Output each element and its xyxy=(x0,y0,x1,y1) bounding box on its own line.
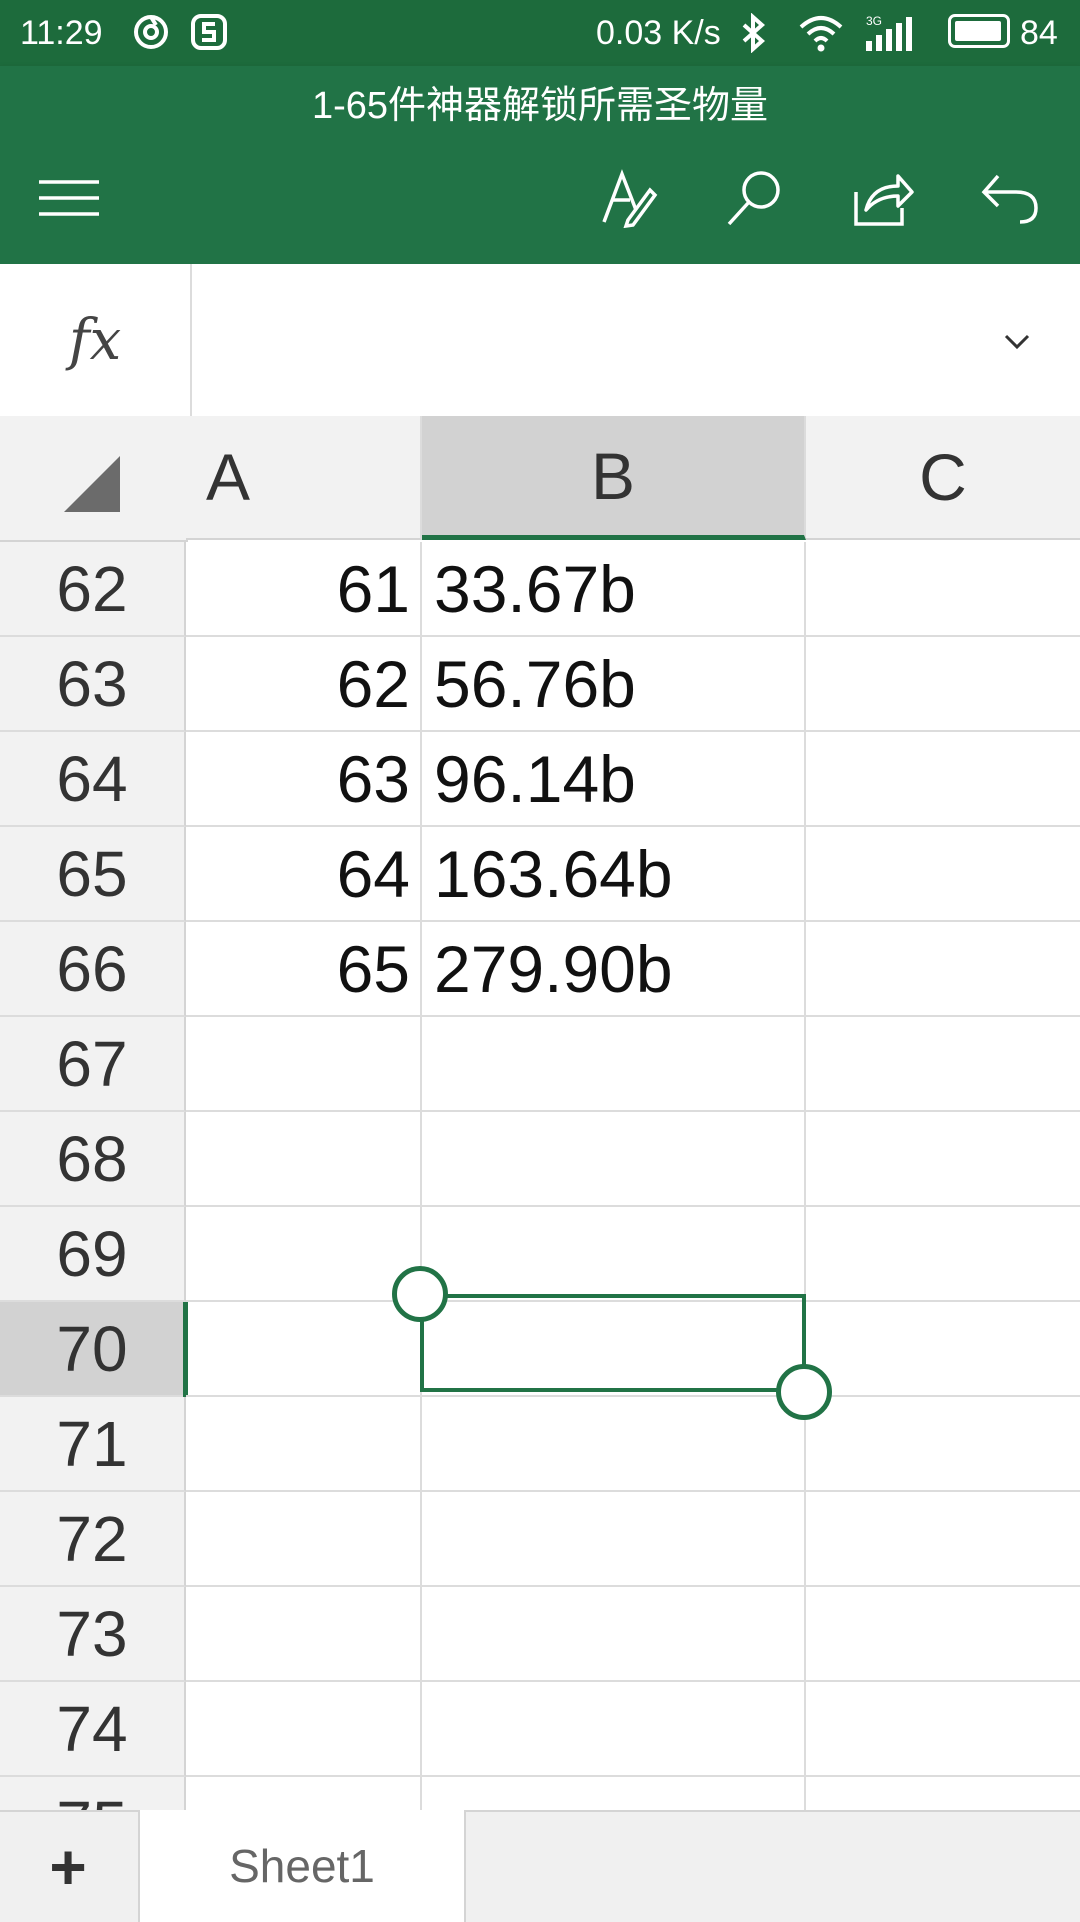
cell-a[interactable] xyxy=(186,1112,422,1207)
cell-a[interactable] xyxy=(186,1492,422,1587)
row-header[interactable]: 68 xyxy=(0,1112,186,1207)
cell-a[interactable] xyxy=(186,1587,422,1682)
status-bar: 11:29 0.03 K/s 3G 84 xyxy=(0,0,1080,66)
cell-a[interactable]: 63 xyxy=(186,732,422,827)
cell-a[interactable]: 61 xyxy=(186,542,422,637)
row-header[interactable]: 74 xyxy=(0,1682,186,1777)
cell-b[interactable] xyxy=(422,1777,806,1810)
search-icon xyxy=(727,171,780,226)
column-header-b[interactable]: B xyxy=(422,416,806,540)
formula-input[interactable] xyxy=(192,264,972,416)
spreadsheet-grid[interactable]: A B C 62 61 33.67b 63 62 56.76b 64 63 96.14b 65 64… xyxy=(0,416,1080,1810)
cell-c[interactable] xyxy=(806,1587,1080,1682)
undo-button[interactable] xyxy=(970,158,1050,238)
document-title: 1-65件神器解锁所需圣物量 xyxy=(311,85,769,127)
cell-c[interactable] xyxy=(806,542,1080,637)
cell-c[interactable] xyxy=(806,1397,1080,1492)
cell-c[interactable] xyxy=(806,1777,1080,1810)
cell-c[interactable] xyxy=(806,827,1080,922)
format-button[interactable] xyxy=(588,158,668,238)
cell-b[interactable]: 96.14b xyxy=(422,732,806,827)
selection-handle-start[interactable] xyxy=(392,1266,448,1322)
cell-b[interactable]: 279.90b xyxy=(422,922,806,1017)
sheet-tab-sheet1[interactable]: Sheet1 xyxy=(138,1810,466,1922)
row-header[interactable]: 66 xyxy=(0,922,186,1017)
cell-signal-icon: 3G xyxy=(862,13,918,62)
row-header[interactable]: 67 xyxy=(0,1017,186,1112)
wifi-icon xyxy=(798,13,844,62)
status-time: 11:29 xyxy=(20,14,103,52)
row-header[interactable]: 62 xyxy=(0,542,186,637)
cell-a[interactable] xyxy=(186,1682,422,1777)
row-header[interactable]: 71 xyxy=(0,1397,186,1492)
row-header[interactable]: 69 xyxy=(0,1207,186,1302)
weibo-notification-icon xyxy=(132,13,170,60)
battery-icon xyxy=(948,14,1010,48)
app-bar: 1-65件神器解锁所需圣物量 xyxy=(0,66,1080,264)
cell-a[interactable] xyxy=(186,1777,422,1810)
undo-icon xyxy=(981,174,1038,224)
network-speed: 0.03 K/s xyxy=(596,14,721,52)
cell-c[interactable] xyxy=(806,1682,1080,1777)
cell-c[interactable] xyxy=(806,1017,1080,1112)
cell-c[interactable] xyxy=(806,1112,1080,1207)
formula-bar: fx xyxy=(0,264,1080,418)
cell-b[interactable]: 56.76b xyxy=(422,637,806,732)
app-notification-icon xyxy=(190,13,228,60)
cell-a[interactable]: 64 xyxy=(186,827,422,922)
cell-c[interactable] xyxy=(806,637,1080,732)
cell-a[interactable]: 62 xyxy=(186,637,422,732)
cell-b[interactable] xyxy=(422,1112,806,1207)
row-header[interactable]: 73 xyxy=(0,1587,186,1682)
cell-a[interactable]: 65 xyxy=(186,922,422,1017)
select-all-icon xyxy=(64,456,120,512)
search-button[interactable] xyxy=(715,158,795,238)
add-sheet-button[interactable]: + xyxy=(0,1812,136,1922)
sheet-tab-bar: + Sheet1 xyxy=(0,1810,1080,1922)
selection-range[interactable] xyxy=(420,1294,806,1392)
fx-label: fx xyxy=(0,264,192,416)
share-button[interactable] xyxy=(843,158,923,238)
menu-button[interactable] xyxy=(29,158,109,238)
row-header[interactable]: 75 xyxy=(0,1777,186,1810)
cell-a[interactable] xyxy=(186,1302,422,1397)
cell-c[interactable] xyxy=(806,1492,1080,1587)
row-header[interactable]: 65 xyxy=(0,827,186,922)
cell-b[interactable]: 33.67b xyxy=(422,542,806,637)
cell-c[interactable] xyxy=(806,1207,1080,1302)
row-header[interactable]: 63 xyxy=(0,637,186,732)
menu-icon xyxy=(39,180,99,216)
cell-b[interactable]: 163.64b xyxy=(422,827,806,922)
expand-formula-button[interactable] xyxy=(992,316,1042,366)
row-header[interactable]: 70 xyxy=(0,1302,188,1397)
cell-b[interactable] xyxy=(422,1017,806,1112)
cell-c[interactable] xyxy=(806,1302,1080,1397)
cell-b[interactable] xyxy=(422,1492,806,1587)
cell-c[interactable] xyxy=(806,922,1080,1017)
bluetooth-icon xyxy=(734,12,774,62)
column-header-c[interactable]: C xyxy=(806,416,1080,540)
cell-b[interactable] xyxy=(422,1587,806,1682)
cell-a[interactable] xyxy=(186,1207,422,1302)
cell-b[interactable] xyxy=(422,1207,806,1302)
cell-a[interactable] xyxy=(186,1017,422,1112)
share-icon xyxy=(854,174,914,226)
cell-b[interactable] xyxy=(422,1682,806,1777)
cell-a[interactable] xyxy=(186,1397,422,1492)
selection-handle-end[interactable] xyxy=(776,1364,832,1420)
battery-level: 84 xyxy=(1020,14,1058,52)
cell-b[interactable] xyxy=(422,1397,806,1492)
cell-c[interactable] xyxy=(806,732,1080,827)
format-icon xyxy=(602,169,658,228)
signal-type-label: 3G xyxy=(866,14,882,28)
row-header[interactable]: 64 xyxy=(0,732,186,827)
row-header[interactable]: 72 xyxy=(0,1492,186,1587)
column-header-a[interactable]: A xyxy=(186,416,422,540)
chevron-down-icon xyxy=(1004,334,1030,350)
select-all-button[interactable] xyxy=(0,416,188,542)
